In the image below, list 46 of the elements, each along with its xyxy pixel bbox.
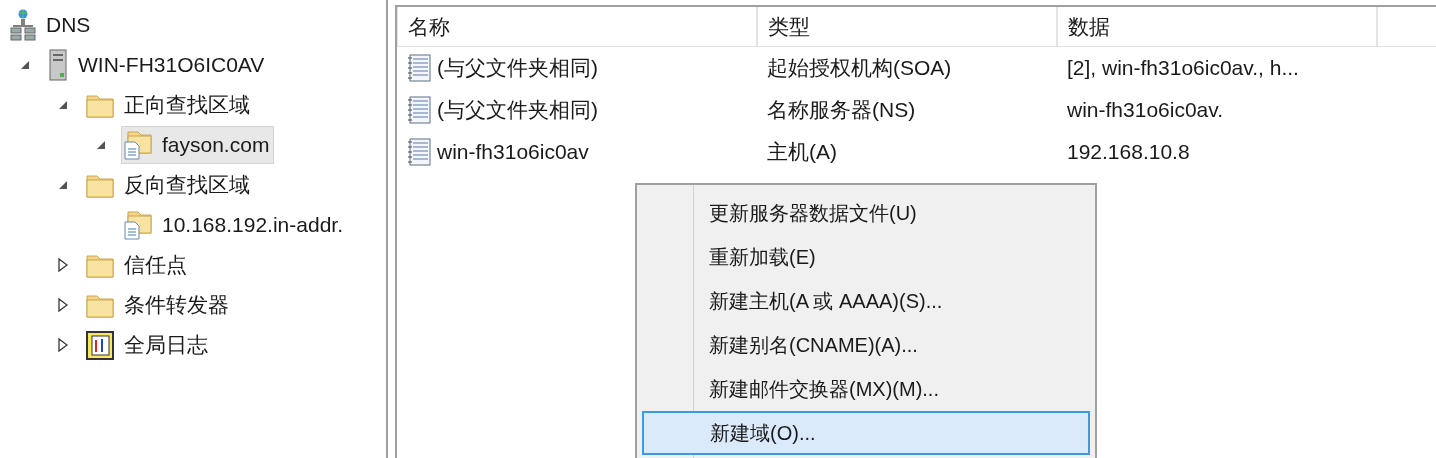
tree-item[interactable]: 信任点 [83,246,192,284]
folder-icon [86,92,114,118]
table-cell-text: (与父文件夹相同) [437,97,598,124]
table-cell-text: 192.168.10.8 [1066,139,1191,166]
log-book-icon [86,330,114,360]
tree-item[interactable]: 条件转发器 [83,286,234,324]
column-header[interactable]: 类型 [757,7,1057,47]
network-icon [10,9,36,41]
folder-icon [86,172,114,198]
menu-item[interactable]: 新建主机(A 或 AAAA)(S)... [642,279,1090,323]
record-icon [407,96,431,124]
table-cell-text: win-fh31o6ic0av [437,139,589,166]
expand-arrow-icon[interactable] [58,258,68,272]
collapse-arrow-icon[interactable] [96,140,106,150]
table-cell-text: 名称服务器(NS) [766,97,917,124]
tree-item[interactable]: DNS [7,6,96,44]
table-cell-text: (与父文件夹相同) [437,55,598,82]
zone-folder-icon [124,210,152,240]
table-cell-text: 主机(A) [766,139,838,166]
record-icon [407,138,431,166]
column-header[interactable]: 数据 [1057,7,1377,47]
server-icon [48,49,68,81]
tree-item[interactable]: 反向查找区域 [83,166,255,204]
collapse-arrow-icon[interactable] [58,180,68,190]
tree-item[interactable]: fayson.com [121,126,275,164]
expand-arrow-icon[interactable] [58,298,68,312]
menu-item[interactable]: 新建邮件交换器(MX)(M)... [642,367,1090,411]
expand-arrow-icon[interactable] [58,338,68,352]
menu-item[interactable]: 更新服务器数据文件(U) [642,191,1090,235]
collapse-arrow-icon[interactable] [58,100,68,110]
tree-item[interactable]: 10.168.192.in-addr. [121,206,348,244]
menu-item[interactable]: 新建域(O)... [642,411,1090,455]
menu-item[interactable]: 重新加载(E) [642,235,1090,279]
zone-folder-icon [124,130,152,160]
tree-item[interactable]: WIN-FH31O6IC0AV [45,46,270,84]
table-cell-text: win-fh31o6ic0av. [1066,97,1225,124]
tree-item[interactable]: 全局日志 [83,326,213,364]
collapse-arrow-icon[interactable] [20,60,30,70]
folder-icon [86,292,114,318]
tree-item[interactable]: 正向查找区域 [83,86,255,124]
table-cell-text: [2], win-fh31o6ic0av., h... [1066,55,1300,82]
menu-item[interactable]: 新建别名(CNAME)(A)... [642,323,1090,367]
record-icon [407,54,431,82]
table-cell-text: 起始授权机构(SOA) [766,55,953,82]
column-header[interactable]: 名称 [397,7,757,47]
folder-icon [86,252,114,278]
